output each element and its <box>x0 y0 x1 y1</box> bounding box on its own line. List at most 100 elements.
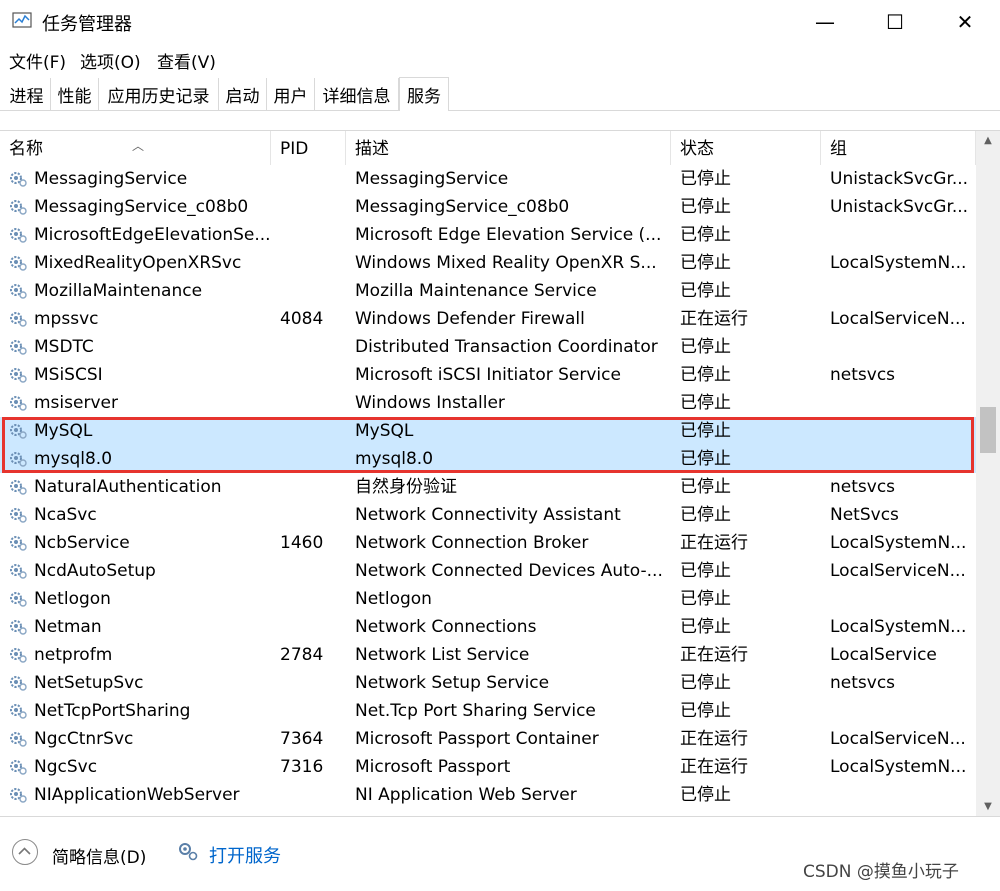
tab-startup[interactable]: 启动 <box>219 78 267 110</box>
tab-processes[interactable]: 进程 <box>3 78 51 110</box>
row-group <box>830 697 970 725</box>
row-status: 正在运行 <box>680 757 748 777</box>
column-header-name[interactable]: 名称 ︿ <box>0 131 271 165</box>
services-gear-icon <box>179 843 198 861</box>
column-header-description[interactable]: 描述 <box>346 131 671 165</box>
service-gear-icon <box>8 226 28 244</box>
row-status: 已停止 <box>680 197 731 217</box>
row-pid <box>280 501 342 529</box>
table-row[interactable]: NcbService 1460 Network Connection Broker 正… <box>0 529 976 557</box>
row-name: NIApplicationWebServer <box>34 785 240 805</box>
row-description: Network Connected Devices Auto-... <box>355 561 663 581</box>
tab-users[interactable]: 用户 <box>267 78 315 110</box>
minimize-button[interactable]: — <box>790 0 860 44</box>
table-row[interactable]: MSDTC Distributed Transaction Coordinator… <box>0 333 976 361</box>
row-pid <box>280 557 342 585</box>
service-gear-icon <box>8 702 28 720</box>
fewer-details-button[interactable]: 简略信息(D) <box>52 843 146 868</box>
table-row[interactable]: NetSetupSvc Network Setup Service 已停止 netsv… <box>0 669 976 697</box>
table-row[interactable]: NIApplicationWebServer NI Application Web… <box>0 781 976 809</box>
row-pid <box>280 277 342 305</box>
scrollbar-thumb[interactable] <box>980 407 996 453</box>
row-name: MicrosoftEdgeElevationSe... <box>34 225 270 245</box>
row-pid <box>280 613 342 641</box>
row-pid: 7364 <box>280 729 324 749</box>
table-row[interactable]: mysql8.0 mysql8.0 已停止 <box>0 445 976 473</box>
row-status: 已停止 <box>680 169 731 189</box>
row-description: Network Connectivity Assistant <box>355 505 621 525</box>
row-pid <box>280 697 342 725</box>
table-row[interactable]: MicrosoftEdgeElevationSe... Microsoft Edg… <box>0 221 976 249</box>
row-name: MSiSCSI <box>34 365 103 385</box>
row-group <box>830 417 970 445</box>
tab-services[interactable]: 服务 <box>399 77 449 111</box>
row-name: netprofm <box>34 645 113 665</box>
service-gear-icon <box>8 450 28 468</box>
service-gear-icon <box>8 366 28 384</box>
scroll-down-icon[interactable]: ▼ <box>976 797 1000 817</box>
table-row[interactable]: MozillaMaintenance Mozilla Maintenance Se… <box>0 277 976 305</box>
collapse-chevron-icon[interactable] <box>12 839 38 865</box>
table-row[interactable]: MessagingService MessagingService 已停止 Unist… <box>0 165 976 193</box>
table-row[interactable]: Netman Network Connections 已停止 LocalSystemN… <box>0 613 976 641</box>
table-row[interactable]: NetTcpPortSharing Net.Tcp Port Sharing Se… <box>0 697 976 725</box>
window-title: 任务管理器 <box>42 14 132 35</box>
row-status: 已停止 <box>680 225 731 245</box>
service-gear-icon <box>8 422 28 440</box>
table-row[interactable]: NcdAutoSetup Network Connected Devices Au… <box>0 557 976 585</box>
table-row[interactable]: msiserver Windows Installer 已停止 <box>0 389 976 417</box>
watermark: CSDN @摸鱼小玩子 <box>803 862 959 882</box>
row-group <box>830 389 970 417</box>
column-header-group[interactable]: 组 <box>821 131 976 165</box>
tab-bar: 进程 性能 应用历史记录 启动 用户 详细信息 服务 <box>0 76 1000 111</box>
row-name: NgcSvc <box>34 757 98 777</box>
service-gear-icon <box>8 646 28 664</box>
table-row[interactable]: NgcSvc 7316 Microsoft Passport 正在运行 LocalSys… <box>0 753 976 781</box>
row-status: 已停止 <box>680 561 731 581</box>
column-header-status[interactable]: 状态 <box>671 131 821 165</box>
row-name: NgcCtnrSvc <box>34 729 134 749</box>
menu-options[interactable]: 选项(O) <box>80 48 141 73</box>
table-row[interactable]: NgcCtnrSvc 7364 Microsoft Passport Contain… <box>0 725 976 753</box>
open-services-link[interactable]: 打开服务 <box>209 842 281 868</box>
service-gear-icon <box>8 254 28 272</box>
row-description: MySQL <box>355 421 414 441</box>
menu-bar: 文件(F) 选项(O) 查看(V) <box>0 44 1000 76</box>
row-pid <box>280 473 342 501</box>
table-row[interactable]: netprofm 2784 Network List Service 正在运行 Loca… <box>0 641 976 669</box>
scroll-up-icon[interactable]: ▲ <box>976 131 1000 151</box>
row-group: LocalServiceN... <box>830 729 966 749</box>
column-header-pid[interactable]: PID <box>271 131 346 165</box>
tab-performance[interactable]: 性能 <box>51 78 99 110</box>
row-group: LocalSystemN... <box>830 533 967 553</box>
service-rows: MessagingService MessagingService 已停止 Unist… <box>0 165 976 817</box>
table-row[interactable]: Netlogon Netlogon 已停止 <box>0 585 976 613</box>
table-row[interactable]: mpssvc 4084 Windows Defender Firewall 正在运行 L… <box>0 305 976 333</box>
table-row[interactable]: MixedRealityOpenXRSvc Windows Mixed Reali… <box>0 249 976 277</box>
table-row[interactable]: NaturalAuthentication 自然身份验证 已停止 netsvcs <box>0 473 976 501</box>
row-pid <box>280 417 342 445</box>
service-gear-icon <box>8 170 28 188</box>
row-status: 已停止 <box>680 393 731 413</box>
table-row[interactable]: MSiSCSI Microsoft iSCSI Initiator Service… <box>0 361 976 389</box>
table-row[interactable]: MessagingService_c08b0 MessagingService_c… <box>0 193 976 221</box>
tab-app-history[interactable]: 应用历史记录 <box>99 78 219 110</box>
table-row[interactable]: MySQL MySQL 已停止 <box>0 417 976 445</box>
menu-file[interactable]: 文件(F) <box>9 48 66 73</box>
close-button[interactable]: ✕ <box>930 0 1000 44</box>
row-description: NI Application Web Server <box>355 785 577 805</box>
tab-details[interactable]: 详细信息 <box>315 78 399 110</box>
menu-view[interactable]: 查看(V) <box>157 48 216 73</box>
vertical-scrollbar[interactable]: ▲ ▼ <box>976 131 1000 817</box>
service-gear-icon <box>8 590 28 608</box>
service-gear-icon <box>8 562 28 580</box>
table-row[interactable]: NcaSvc Network Connectivity Assistant 已停止 N… <box>0 501 976 529</box>
row-description: Distributed Transaction Coordinator <box>355 337 658 357</box>
row-name: NetSetupSvc <box>34 673 144 693</box>
service-gear-icon <box>8 786 28 804</box>
row-status: 已停止 <box>680 337 731 357</box>
maximize-button[interactable]: ☐ <box>860 0 930 44</box>
row-description: MessagingService_c08b0 <box>355 197 570 217</box>
row-name: NcbService <box>34 533 130 553</box>
service-gear-icon <box>8 674 28 692</box>
